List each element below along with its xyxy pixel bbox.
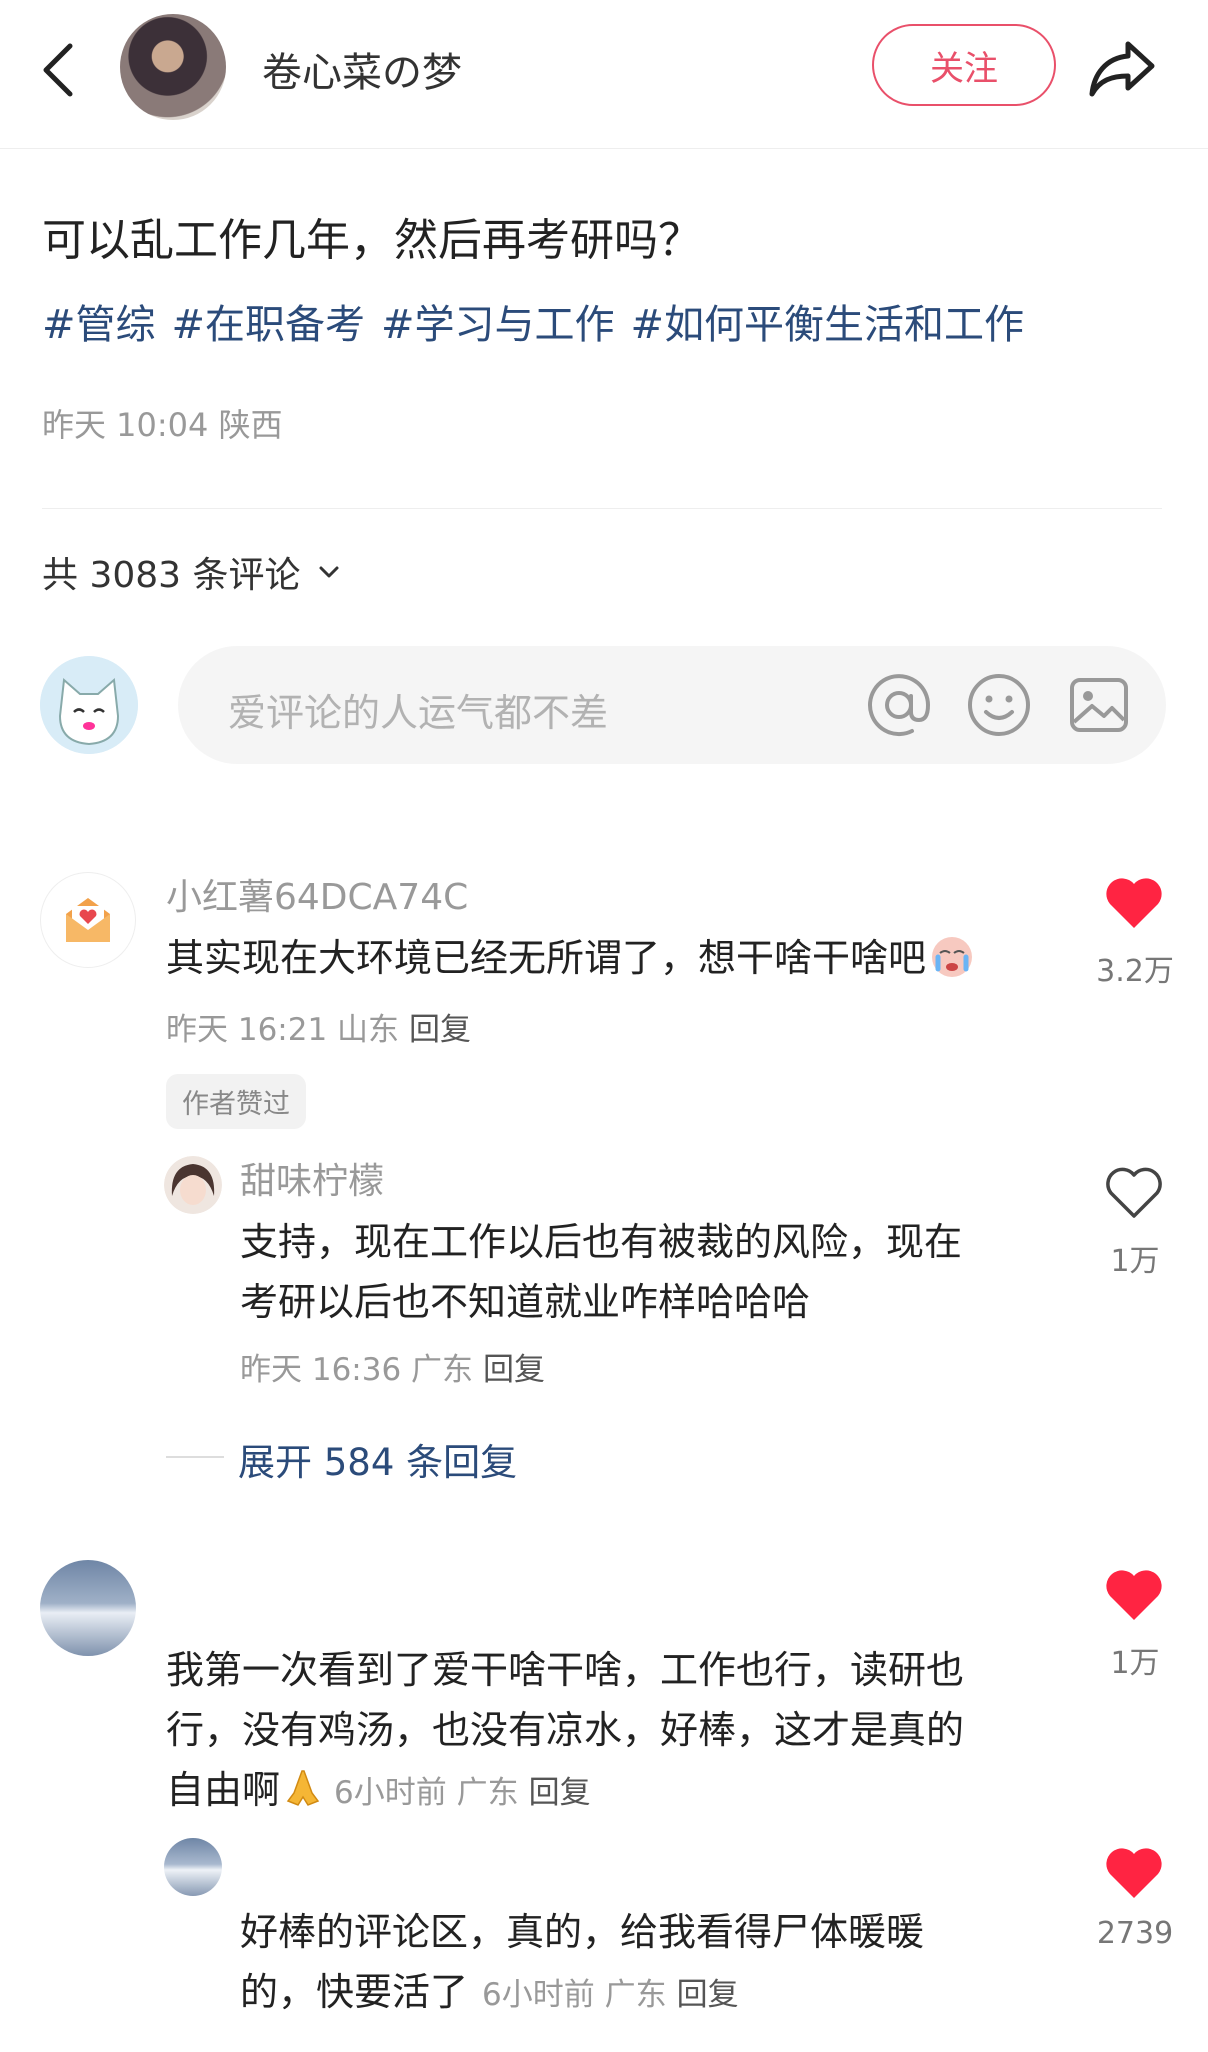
comment-input-placeholder: 爱评论的人运气都不差: [228, 691, 609, 735]
cat-avatar-icon: [40, 656, 138, 754]
comment-text: 其实现在大环境已经无所谓了，想干啥干啥吧: [166, 928, 974, 988]
heart-filled-icon[interactable]: [1104, 1846, 1164, 1900]
comment-count-sort[interactable]: 共 3083 条评论: [42, 546, 343, 598]
post-meta: 昨天 10:04 陕西: [42, 406, 283, 444]
girl-avatar-icon: [164, 1156, 222, 1214]
tag-link[interactable]: #管综: [42, 302, 156, 348]
reply-meta: 6小时前 广东 回复: [482, 1977, 739, 2013]
at-icon[interactable]: [866, 672, 932, 738]
envelope-avatar-icon: [66, 898, 110, 942]
reply-button[interactable]: 回复: [483, 1352, 545, 1388]
expand-replies-link[interactable]: 展开 584 条回复: [238, 1432, 517, 1486]
follow-button[interactable]: 关注: [872, 24, 1056, 106]
praying-hands-emoji-icon: [286, 1770, 320, 1806]
tag-link[interactable]: #在职备考: [172, 302, 366, 348]
share-icon[interactable]: [1088, 38, 1156, 98]
comment-meta: 昨天 16:21 山东 回复: [166, 1012, 472, 1048]
reply-text: 支持，现在工作以后也有被裁的风险，现在 考研以后也不知道就业咋样哈哈哈: [240, 1220, 963, 1324]
reply-button[interactable]: 回复: [529, 1775, 591, 1811]
reply-avatar[interactable]: [164, 1156, 222, 1214]
reply-text: 好棒的评论区，真的，给我看得尸体暖暖 的，快要活了 6小时前 广东 回复: [240, 1910, 925, 2014]
reply-button[interactable]: 回复: [677, 1977, 739, 2013]
heart-filled-icon[interactable]: [1104, 876, 1164, 930]
like-count: 3.2万: [1096, 954, 1174, 989]
commenter-avatar[interactable]: [40, 872, 136, 968]
header-divider: [0, 148, 1208, 149]
reply-avatar[interactable]: [164, 1838, 222, 1896]
heart-filled-icon[interactable]: [1104, 1568, 1164, 1622]
back-icon[interactable]: [38, 40, 78, 100]
post-tags: #管综 #在职备考 #学习与工作 #如何平衡生活和工作: [42, 292, 1040, 350]
heart-outline-icon[interactable]: [1104, 1166, 1164, 1220]
comment-text: 我第一次看到了爱干啥干啥，工作也行，读研也 行，没有鸡汤，也没有凉水，好棒，这才…: [166, 1648, 965, 1812]
tag-link[interactable]: #如何平衡生活和工作: [631, 302, 1025, 348]
commenter-avatar[interactable]: [40, 1560, 136, 1656]
emoji-icon[interactable]: [966, 672, 1032, 738]
replier-name[interactable]: 甜味柠檬: [240, 1152, 384, 1204]
like-count: 2739: [1096, 1916, 1174, 1951]
crying-face-emoji-icon: [932, 937, 973, 977]
author-avatar[interactable]: [120, 14, 226, 120]
commenter-name[interactable]: 小红薯64DCA74C: [166, 868, 468, 920]
chevron-down-icon: [319, 566, 339, 578]
author-name[interactable]: 卷心菜の梦: [262, 40, 462, 98]
post-title: 可以乱工作几年，然后再考研吗？: [42, 215, 702, 266]
like-count: 1万: [1110, 1244, 1160, 1279]
reply-button[interactable]: 回复: [409, 1012, 471, 1048]
image-icon[interactable]: [1068, 674, 1130, 736]
author-liked-badge: 作者赞过: [166, 1074, 306, 1129]
tag-link[interactable]: #学习与工作: [381, 302, 615, 348]
expand-divider: [166, 1456, 224, 1458]
comment-meta: 6小时前 广东 回复: [334, 1775, 591, 1811]
reply-meta: 昨天 16:36 广东 回复: [240, 1352, 546, 1388]
my-avatar: [40, 656, 138, 754]
content-divider: [42, 508, 1162, 509]
comment-count: 共 3083 条评论: [42, 555, 301, 596]
like-count: 1万: [1110, 1646, 1160, 1681]
